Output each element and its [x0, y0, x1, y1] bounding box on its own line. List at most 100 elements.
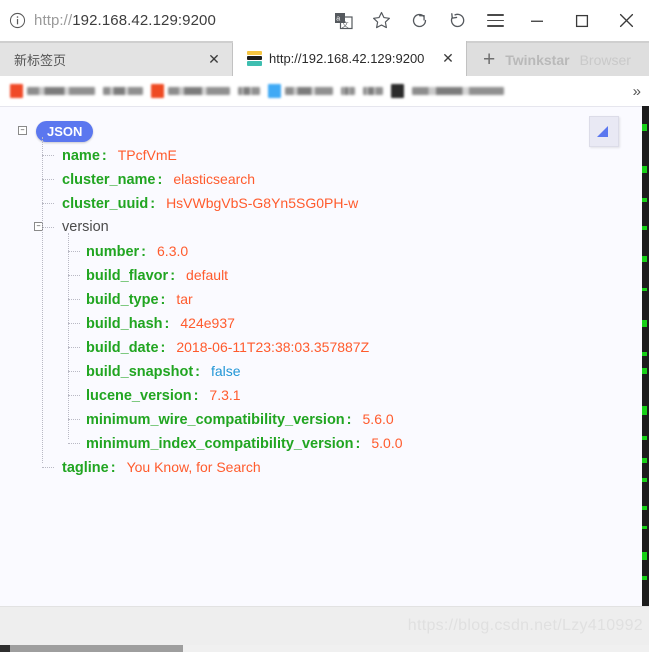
- render-artifact: [642, 166, 647, 173]
- json-value: 7.3.1: [209, 386, 241, 403]
- render-artifact: [642, 368, 647, 374]
- json-row: build_date:2018-06-11T23:38:03.357887Z: [0, 335, 403, 359]
- json-tree: – JSON name: TPcfVmE cluster_name: elasticsea…: [0, 107, 403, 479]
- render-artifact: [642, 256, 647, 262]
- json-row: build_type: tar: [0, 287, 403, 311]
- bookmark-item[interactable]: [412, 87, 504, 95]
- bookmark-item[interactable]: [363, 87, 383, 95]
- json-colon: :: [160, 339, 166, 356]
- json-root-row: – JSON: [0, 119, 403, 143]
- url-host: 192.168.42.129:9200: [72, 12, 216, 29]
- json-key: lucene_version: [86, 387, 192, 404]
- json-colon: :: [170, 267, 176, 284]
- json-key: name: [62, 147, 100, 164]
- json-row: – version: [0, 215, 403, 239]
- bookmark-item[interactable]: [10, 84, 95, 98]
- bookmark-star-icon[interactable]: [362, 0, 400, 41]
- json-colon: :: [150, 195, 156, 212]
- json-key: number: [86, 243, 140, 260]
- toolbar-icon-group: a 文: [324, 0, 514, 41]
- json-colon: :: [157, 171, 163, 188]
- panel-resize-widget[interactable]: [589, 116, 619, 147]
- json-row: build_flavor: default: [0, 263, 403, 287]
- bookmarks-bar: »: [0, 76, 649, 106]
- json-value: 5.0.0: [371, 434, 403, 451]
- json-value: HsVWbgVbS-G8Yn5SG0PH-w: [166, 194, 359, 211]
- json-colon: :: [164, 315, 170, 332]
- json-value: 424e937: [180, 314, 235, 331]
- json-row: build_hash:424e937: [0, 311, 403, 335]
- json-value: 2018-06-11T23:38:03.357887Z: [176, 338, 370, 355]
- tree-elbow: [42, 203, 54, 204]
- json-row: name: TPcfVmE: [0, 143, 403, 167]
- json-row: number:6.3.0: [0, 239, 403, 263]
- render-artifact: [642, 478, 647, 482]
- brand-name-primary: Twinkstar: [505, 51, 570, 68]
- bookmark-favicon: [10, 84, 23, 98]
- json-key: build_hash: [86, 315, 163, 332]
- window-controls: [514, 0, 649, 41]
- tab-title: http://192.168.42.129:9200: [269, 51, 425, 66]
- tab-close-icon[interactable]: ✕: [206, 51, 222, 68]
- collapse-toggle-root[interactable]: –: [18, 126, 27, 135]
- bookmark-item[interactable]: [391, 84, 404, 98]
- bookmark-favicon: [151, 84, 164, 98]
- bookmark-label: [27, 87, 95, 95]
- info-circle-icon[interactable]: [9, 12, 26, 29]
- json-row: cluster_uuid: HsVWbgVbS-G8Yn5SG0PH-w: [0, 191, 403, 215]
- tab-elasticsearch[interactable]: http://192.168.42.129:9200 ✕: [233, 41, 467, 76]
- json-row: lucene_version:7.3.1: [0, 383, 403, 407]
- svg-text:a: a: [336, 15, 340, 22]
- tab-close-icon[interactable]: ✕: [440, 50, 456, 67]
- json-colon: :: [110, 459, 116, 476]
- bookmark-label: [103, 87, 143, 95]
- tree-elbow: [68, 443, 80, 444]
- close-button[interactable]: [604, 0, 649, 41]
- bookmark-item[interactable]: [268, 84, 333, 98]
- maximize-button[interactable]: [559, 0, 604, 41]
- json-key: cluster_name: [62, 171, 156, 188]
- tree-elbow: [68, 419, 80, 420]
- menu-icon[interactable]: [476, 0, 514, 41]
- bookmark-item[interactable]: [238, 87, 260, 95]
- json-key: build_flavor: [86, 267, 169, 284]
- json-value: tar: [176, 290, 193, 307]
- resize-triangle-icon: [597, 126, 608, 137]
- json-row: minimum_wire_compatibility_version:5.6.0: [0, 407, 403, 431]
- bookmark-label: [363, 87, 383, 95]
- tab-new-tab-page[interactable]: 新标签页 ✕: [0, 43, 233, 76]
- tree-elbow: [42, 179, 54, 180]
- history-icon[interactable]: [438, 0, 476, 41]
- tree-elbow: [68, 323, 80, 324]
- bookmark-item[interactable]: [341, 87, 355, 95]
- bookmark-item[interactable]: [103, 87, 143, 95]
- horizontal-scrollbar[interactable]: [0, 645, 649, 652]
- json-value: false: [211, 362, 241, 379]
- json-colon: :: [160, 291, 166, 308]
- json-row: tagline: You Know, for Search: [0, 455, 403, 479]
- bookmark-item[interactable]: [151, 84, 230, 98]
- tab-title: 新标签页: [14, 53, 67, 68]
- minimize-button[interactable]: [514, 0, 559, 41]
- bookmarks-overflow-icon[interactable]: »: [633, 83, 641, 100]
- bookmark-label: [412, 87, 504, 95]
- render-artifact: [642, 352, 647, 356]
- render-artifact: [642, 526, 647, 529]
- bookmark-favicon: [268, 84, 281, 98]
- json-value: 5.6.0: [362, 410, 394, 427]
- bookmark-label: [238, 87, 260, 95]
- address-bar[interactable]: http://192.168.42.129:9200: [34, 7, 324, 35]
- json-value: default: [186, 266, 229, 283]
- tree-elbow: [42, 227, 54, 228]
- translate-icon[interactable]: a 文: [324, 0, 362, 41]
- status-bar: https://blog.csdn.net/Lzy410992: [0, 606, 649, 647]
- elasticsearch-favicon: [247, 51, 262, 66]
- json-root-badge: JSON: [36, 120, 94, 142]
- render-artifact: [642, 406, 647, 415]
- browser-window: http://192.168.42.129:9200 a 文 新标签页 ✕ ht…: [0, 0, 649, 652]
- new-tab-button[interactable]: + Twinkstar Browser: [467, 43, 649, 76]
- render-artifact: [642, 226, 647, 230]
- tab-strip: 新标签页 ✕ http://192.168.42.129:9200 ✕ + Tw…: [0, 41, 649, 76]
- reload-icon[interactable]: [400, 0, 438, 41]
- tree-elbow: [68, 347, 80, 348]
